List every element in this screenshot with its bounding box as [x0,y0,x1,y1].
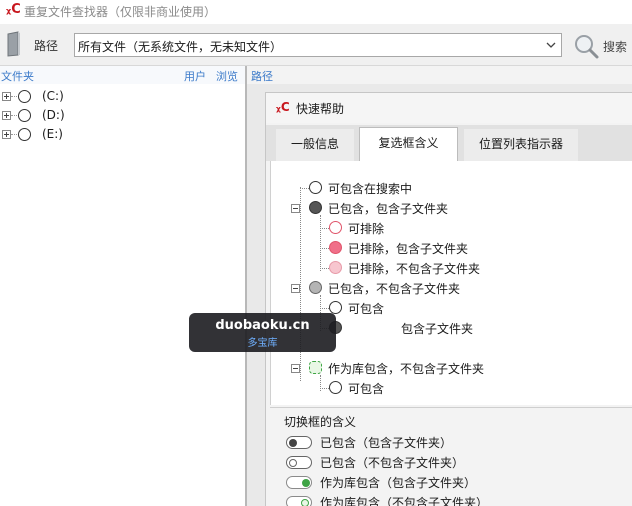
expand-icon[interactable] [2,130,11,139]
toggle-green-right-icon [286,476,312,489]
toggle-legend-item: 已包含（包含子文件夹） [286,433,626,451]
checkbox-empty-icon [329,381,342,394]
checkbox-included-partial-icon [309,281,322,294]
folder-header-label[interactable]: 文件夹 [1,68,34,84]
folder-pane: 文件夹 用户 浏览 (C:) (D:) (E:) [0,66,246,506]
dialog-titlebar: ᵪC 快速帮助 [266,93,632,123]
drive-checkbox[interactable] [18,109,31,122]
tab-general-info[interactable]: 一般信息 [276,129,354,161]
tab-location-indicators[interactable]: 位置列表指示器 [464,129,578,161]
toggle-dark-left-icon [286,436,312,449]
checkbox-empty-icon [309,181,322,194]
drive-item-d[interactable]: (D:) [2,107,122,125]
tab-checkbox-meaning[interactable]: 复选框含义 [359,127,458,161]
expand-icon[interactable] [2,111,11,120]
expand-icon[interactable] [2,92,11,101]
toggle-section-title: 切换框的含义 [284,415,357,429]
checkbox-library-icon [309,361,322,374]
window-title: 重复文件查找器（仅限非商业使用） [24,5,217,19]
dialog-title: 快速帮助 [296,102,345,116]
drive-item-e[interactable]: (E:) [2,126,122,144]
quick-help-dialog: ᵪC 快速帮助 一般信息 复选框含义 位置列表指示器 可包含在搜索中 已包含，包… [265,92,632,506]
path-label: 路径 [34,39,59,53]
watermark-badge: duobaoku.cn 多宝库 [189,313,336,352]
search-button[interactable]: 搜索 [572,32,630,60]
folder-pane-header: 文件夹 用户 浏览 [0,66,246,84]
browse-header-link[interactable]: 浏览 [216,68,238,84]
toolbar: 路径 所有文件（无系统文件，无未知文件） 搜索 [0,24,632,66]
drive-checkbox[interactable] [18,128,31,141]
drive-checkbox[interactable] [18,90,31,103]
path-select[interactable]: 所有文件（无系统文件，无未知文件） [74,33,562,57]
dialog-tabs: 一般信息 复选框含义 位置列表指示器 [266,125,632,161]
drive-item-c[interactable]: (C:) [2,88,122,106]
watermark-subtext: 多宝库 [247,338,278,349]
app-logo-icon: ᵪC [276,100,290,114]
collapse-icon[interactable] [291,204,300,213]
chevron-down-icon[interactable] [545,39,557,51]
toggle-legend-section: 切换框的含义 已包含（包含子文件夹） 已包含（不包含子文件夹） 作为库包含（包含… [270,407,632,506]
watermark-text: duobaoku.cn [215,318,310,333]
toggle-legend-item: 作为库包含（不包含子文件夹） [286,493,626,506]
checkbox-excludable-icon [329,221,342,234]
drive-label: (E:) [42,127,63,141]
checkbox-included-icon [309,201,322,214]
checkbox-empty-icon [329,301,342,314]
toggle-legend-item: 已包含（不包含子文件夹） [286,453,626,471]
app-titlebar: ᵪC 重复文件查找器（仅限非商业使用） [0,0,632,24]
book-icon[interactable] [6,31,22,57]
user-header-link[interactable]: 用户 [184,68,206,84]
checkbox-excluded-partial-icon [329,261,342,274]
search-button-label: 搜索 [603,40,628,54]
search-icon [575,35,599,59]
results-header: 路径 [247,66,632,84]
checkbox-legend-panel: 可包含在搜索中 已包含，包含子文件夹 可排除 已排除，包含子文件夹 已排除，不包… [270,161,632,405]
toggle-green-outline-icon [286,496,312,506]
drive-label: (C:) [42,89,64,103]
path-column-header[interactable]: 路径 [251,68,273,84]
drive-label: (D:) [42,108,65,122]
collapse-icon[interactable] [291,364,300,373]
collapse-icon[interactable] [291,284,300,293]
toggle-gray-left-icon [286,456,312,469]
toggle-legend-item: 作为库包含（包含子文件夹） [286,473,626,491]
path-select-value: 所有文件（无系统文件，无未知文件） [78,40,283,54]
app-logo-icon: ᵪC [6,2,21,17]
checkbox-excluded-icon [329,241,342,254]
